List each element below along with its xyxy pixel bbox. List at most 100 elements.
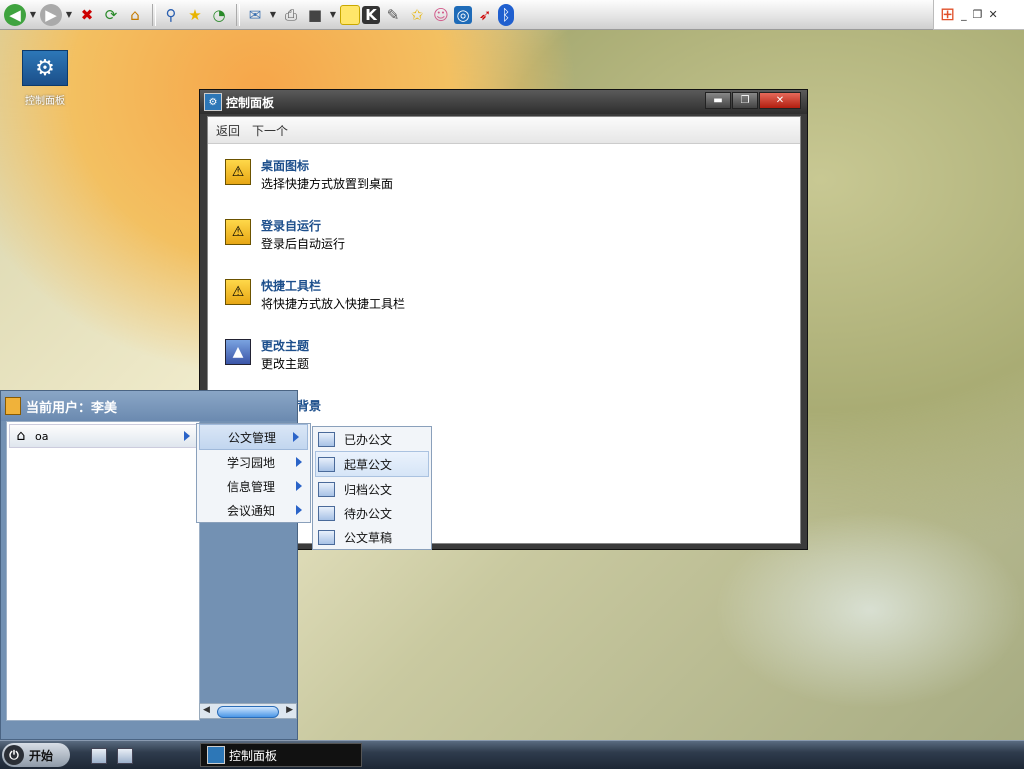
back-link[interactable]: 返回 (216, 122, 240, 139)
bluetooth-icon[interactable]: ᛒ (498, 3, 514, 26)
window-title: 控制面板 (226, 95, 275, 110)
book-icon (318, 505, 335, 521)
face-icon[interactable]: ☺ (430, 4, 452, 26)
user-icon (5, 397, 21, 415)
menu-item-label: 公文管理 (228, 430, 277, 445)
next-link[interactable]: 下一个 (252, 122, 288, 139)
taskbar: ⏻ 开始 控制面板 (0, 740, 1024, 769)
edit-icon[interactable]: ✎ (382, 4, 404, 26)
scroll-thumb[interactable] (217, 706, 279, 718)
menu-item-label: 学习园地 (227, 455, 276, 470)
window-titlebar[interactable]: ⚙ 控制面板 ▬ ❐ ✕ (200, 90, 807, 114)
windows-logo-icon[interactable]: ⊞ (940, 4, 955, 25)
desktop-icon-control-panel[interactable]: ⚙ 控制面板 (18, 50, 72, 107)
menu-item-done-documents[interactable]: 已办公文 (313, 427, 431, 451)
scroll-right-icon[interactable]: ▶ (286, 705, 293, 715)
menu-item-label: 会议通知 (227, 503, 276, 518)
documents-icon[interactable] (117, 748, 133, 764)
print-icon[interactable]: ⎙ (280, 4, 302, 26)
document-icon[interactable]: ✖ (76, 4, 98, 26)
show-desktop-icon[interactable] (91, 748, 107, 764)
chevron-right-icon (296, 457, 302, 467)
k-icon[interactable]: K (362, 5, 380, 24)
menu-item-label: 已办公文 (344, 432, 393, 447)
bird-icon[interactable]: ➶ (474, 4, 496, 26)
item-title[interactable]: 快捷工具栏 (261, 277, 405, 295)
item-title[interactable]: 桌面图标 (261, 157, 393, 175)
menu-item-pending-documents[interactable]: 待办公文 (313, 501, 431, 525)
note-icon[interactable] (340, 4, 360, 25)
item-desc: 更改主题 (261, 357, 310, 371)
item-login-autorun[interactable]: ⚠ 登录自运行 登录后自动运行 (225, 217, 345, 253)
gear-icon: ⚙ (22, 50, 68, 86)
list-item-label: oa (35, 429, 49, 443)
minimize-icon[interactable]: _ (961, 8, 967, 21)
dropdown-icon[interactable]: ▼ (64, 4, 74, 26)
horizontal-scrollbar[interactable]: ◀ ▶ (199, 703, 297, 719)
restore-icon[interactable]: ❐ (973, 8, 983, 21)
list-item-oa[interactable]: ⌂ oa (9, 424, 197, 448)
menu-item-label: 待办公文 (344, 506, 393, 521)
submenu-document-management: 已办公文 起草公文 归档公文 待办公文 公文草稿 (312, 426, 432, 550)
back-icon[interactable]: ◀ (4, 3, 26, 26)
toolbar-separator (152, 3, 156, 26)
scroll-left-icon[interactable]: ◀ (203, 705, 210, 715)
menu-item-document-management[interactable]: 公文管理 (199, 424, 308, 450)
close-button[interactable]: ✕ (759, 92, 801, 109)
menu-item-learning[interactable]: 学习园地 (197, 450, 310, 474)
home-icon[interactable]: ⌂ (124, 4, 146, 26)
maximize-button[interactable]: ❐ (732, 92, 758, 109)
item-desc: 选择快捷方式放置到桌面 (261, 177, 394, 191)
document-icon (318, 431, 335, 447)
item-desc: 登录后自动运行 (261, 237, 346, 251)
dropdown-icon[interactable]: ▼ (268, 4, 278, 26)
app-icon[interactable]: ◎ (454, 5, 472, 24)
menu-item-label: 信息管理 (227, 479, 276, 494)
home-icon: ⌂ (16, 428, 26, 444)
start-label: 开始 (29, 748, 54, 763)
menu-item-document-drafts[interactable]: 公文草稿 (313, 525, 431, 549)
menu-item-draft-document[interactable]: 起草公文 (315, 451, 429, 477)
menu-item-label: 起草公文 (344, 457, 393, 472)
shortcut-icon: ⚠ (225, 159, 251, 185)
chevron-right-icon (296, 505, 302, 515)
star-icon[interactable]: ✩ (406, 4, 428, 26)
item-title[interactable]: 登录自运行 (261, 217, 345, 235)
item-change-theme[interactable]: ▲ 更改主题 更改主题 (225, 337, 309, 373)
search-icon[interactable]: ⚲ (160, 4, 182, 26)
gear-icon (207, 746, 225, 764)
menu-item-label: 归档公文 (344, 482, 393, 497)
chevron-right-icon (293, 432, 299, 442)
dropdown-icon[interactable]: ▼ (328, 4, 338, 26)
start-button[interactable]: ⏻ 开始 (2, 743, 70, 767)
shortcut-icon: ⚠ (225, 279, 251, 305)
item-desc: 将快捷方式放入快捷工具栏 (261, 297, 406, 311)
start-menu-header: 当前用户：李美 (1, 391, 297, 421)
menu-item-label: 公文草稿 (344, 530, 393, 545)
current-user-label: 当前用户：李美 (26, 400, 118, 416)
task-label: 控制面板 (229, 748, 278, 763)
quick-toolbar: ◀ ▼ ▶ ▼ ✖ ⟳ ⌂ ⚲ ★ ◔ ✉ ▼ ⎙ ■ ▼ K ✎ ✩ ☺ ◎ … (0, 0, 933, 30)
forward-icon[interactable]: ▶ (40, 3, 62, 26)
history-icon[interactable]: ◔ (208, 4, 230, 26)
minimize-button[interactable]: ▬ (705, 92, 731, 109)
menu-item-archive-documents[interactable]: 归档公文 (313, 477, 431, 501)
mail-icon[interactable]: ✉ (244, 4, 266, 26)
item-desktop-icons[interactable]: ⚠ 桌面图标 选择快捷方式放置到桌面 (225, 157, 393, 193)
item-quick-toolbar[interactable]: ⚠ 快捷工具栏 将快捷方式放入快捷工具栏 (225, 277, 405, 313)
stop-icon[interactable]: ■ (304, 4, 326, 26)
favorites-icon[interactable]: ★ (184, 4, 206, 26)
menu-item-meeting-notice[interactable]: 会议通知 (197, 498, 310, 522)
desktop-icon-label: 控制面板 (25, 96, 65, 107)
taskbar-item-control-panel[interactable]: 控制面板 (200, 743, 362, 767)
close-icon[interactable]: ✕ (988, 8, 997, 21)
shortcut-icon: ⚠ (225, 219, 251, 245)
item-title[interactable]: 更改主题 (261, 337, 309, 355)
refresh-icon[interactable]: ⟳ (100, 4, 122, 26)
submenu-oa: 公文管理 学习园地 信息管理 会议通知 (196, 423, 311, 523)
window-controls: ⊞ _ ❐ ✕ (933, 0, 1024, 30)
chevron-right-icon (184, 431, 190, 441)
theme-icon: ▲ (225, 339, 251, 365)
menu-item-info-management[interactable]: 信息管理 (197, 474, 310, 498)
dropdown-icon[interactable]: ▼ (28, 4, 38, 26)
